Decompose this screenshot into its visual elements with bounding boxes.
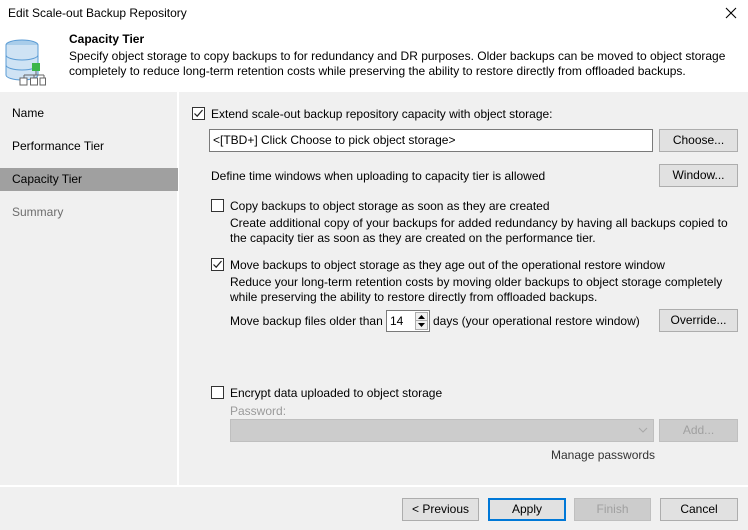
page-title: Capacity Tier bbox=[69, 32, 145, 46]
step-name[interactable]: Name bbox=[0, 102, 178, 125]
move-description: Reduce your long-term retention costs by… bbox=[230, 275, 723, 304]
copy-description: Create additional copy of your backups f… bbox=[230, 216, 728, 245]
arrow-down-icon bbox=[418, 323, 425, 327]
checkmark-icon bbox=[213, 260, 222, 269]
days-spinner[interactable]: 14 bbox=[386, 310, 430, 332]
close-icon bbox=[725, 7, 737, 19]
step-performance-tier[interactable]: Performance Tier bbox=[0, 135, 178, 158]
spinner-arrows bbox=[415, 312, 428, 330]
move-checkbox[interactable] bbox=[211, 258, 224, 271]
older-than-prefix: Move backup files older than bbox=[230, 314, 383, 328]
extend-label: Extend scale-out backup repository capac… bbox=[211, 107, 553, 121]
page-description: Specify object storage to copy backups t… bbox=[69, 49, 726, 78]
title-bar: Edit Scale-out Backup Repository bbox=[0, 0, 748, 28]
wizard-steps: Name Performance Tier Capacity Tier Summ… bbox=[0, 92, 178, 486]
step-summary[interactable]: Summary bbox=[0, 201, 178, 224]
scale-out-repository-icon bbox=[5, 39, 46, 86]
window-title: Edit Scale-out Backup Repository bbox=[8, 6, 187, 20]
previous-button[interactable]: < Previous bbox=[402, 498, 479, 521]
wizard-header: Capacity Tier Specify object storage to … bbox=[0, 28, 748, 92]
choose-button[interactable]: Choose... bbox=[659, 129, 738, 152]
password-label: Password: bbox=[230, 404, 287, 418]
time-window-label: Define time windows when uploading to ca… bbox=[211, 169, 546, 183]
copy-checkbox[interactable] bbox=[211, 199, 224, 212]
override-button[interactable]: Override... bbox=[659, 309, 738, 332]
sidebar-divider bbox=[178, 92, 179, 486]
manage-passwords-link[interactable]: Manage passwords bbox=[551, 448, 655, 462]
move-label: Move backups to object storage as they a… bbox=[230, 258, 665, 272]
finish-button[interactable]: Finish bbox=[574, 498, 651, 521]
encrypt-label: Encrypt data uploaded to object storage bbox=[230, 386, 443, 400]
object-storage-field[interactable]: <[TBD+] Click Choose to pick object stor… bbox=[209, 129, 653, 152]
copy-label: Copy backups to object storage as soon a… bbox=[230, 199, 550, 213]
days-value[interactable]: 14 bbox=[390, 311, 403, 331]
add-password-button[interactable]: Add... bbox=[659, 419, 738, 442]
extend-checkbox[interactable] bbox=[192, 107, 205, 120]
footer-divider bbox=[0, 485, 748, 487]
close-button[interactable] bbox=[720, 3, 742, 23]
spin-down-button[interactable] bbox=[416, 321, 427, 329]
step-capacity-tier[interactable]: Capacity Tier bbox=[0, 168, 178, 191]
cancel-button[interactable]: Cancel bbox=[660, 498, 738, 521]
password-select[interactable] bbox=[230, 419, 654, 442]
window-button[interactable]: Window... bbox=[659, 164, 738, 187]
wizard-body: Name Performance Tier Capacity Tier Summ… bbox=[0, 92, 748, 530]
apply-button[interactable]: Apply bbox=[488, 498, 566, 521]
encrypt-checkbox[interactable] bbox=[211, 386, 224, 399]
spin-up-button[interactable] bbox=[416, 313, 427, 321]
checkmark-icon bbox=[194, 109, 203, 118]
chevron-down-icon bbox=[638, 427, 648, 433]
arrow-up-icon bbox=[418, 314, 425, 319]
older-than-suffix: days (your operational restore window) bbox=[433, 314, 640, 328]
